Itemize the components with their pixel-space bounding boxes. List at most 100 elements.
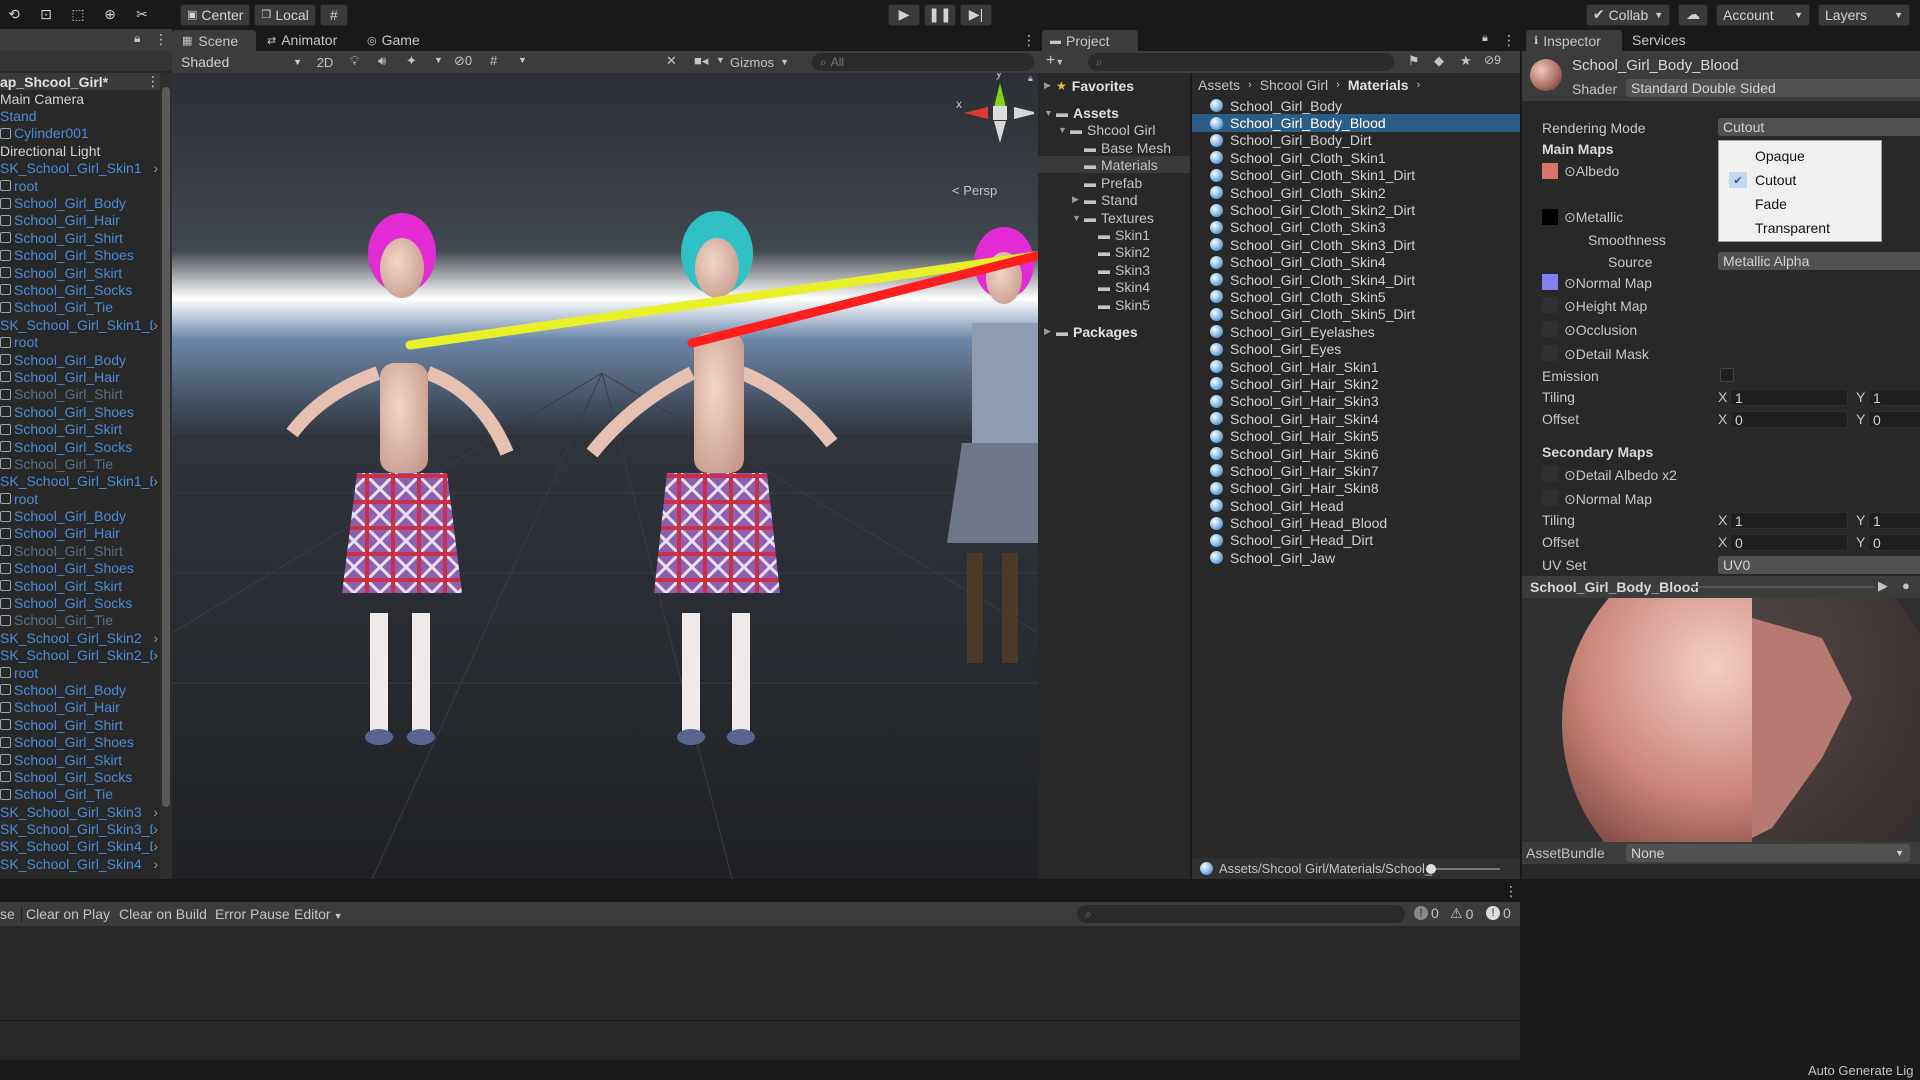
asset-item[interactable]: School_Girl_Hair_Skin1 [1192, 358, 1520, 375]
scene-viewport[interactable]: y x 🔒︎ < Persp [172, 73, 1038, 879]
detail-mask-slot[interactable] [1542, 345, 1558, 361]
tab-project[interactable]: ▬ Project [1042, 30, 1138, 51]
asset-item[interactable]: School_Girl_Head_Dirt [1192, 532, 1520, 549]
pause-button[interactable]: ❚❚ [924, 3, 956, 26]
option-opaque[interactable]: Opaque [1719, 145, 1881, 167]
chevron-down-icon[interactable]: ▼ [1058, 125, 1070, 135]
transform-tool-icon[interactable]: ⊕ [96, 4, 124, 26]
emission-checkbox[interactable] [1720, 368, 1734, 382]
offset-y-input[interactable]: 0 [1868, 411, 1920, 428]
tab-game[interactable]: ◎ Game [367, 30, 420, 50]
tiling-y-input[interactable]: 1 [1868, 389, 1920, 406]
tab-inspector[interactable]: ℹ Inspector [1526, 30, 1622, 51]
folder-tree-item[interactable]: ▬ Skin1 [1038, 226, 1190, 243]
hierarchy-item[interactable]: School_Girl_Body [0, 681, 160, 698]
normal-map-swatch[interactable] [1542, 274, 1558, 290]
filter-label-icon[interactable]: ◆ [1434, 53, 1444, 69]
chevron-right-icon[interactable]: › [153, 838, 158, 854]
asset-item[interactable]: School_Girl_Cloth_Skin3 [1192, 219, 1520, 236]
hierarchy-item[interactable]: School_Girl_Shoes [0, 247, 160, 264]
hierarchy-item[interactable]: School_Girl_Hair [0, 368, 160, 385]
warning-count-toggle[interactable]: ⚠ 0 [1450, 905, 1473, 922]
asset-item[interactable]: School_Girl_Eyes [1192, 340, 1520, 357]
chevron-down-icon[interactable]: ▼ [1044, 108, 1056, 118]
folder-tree-item[interactable]: ▼ ▬ Assets [1038, 104, 1190, 121]
tab-animator[interactable]: ⇄ Animator [267, 30, 337, 50]
chevron-right-icon[interactable]: › [153, 821, 158, 837]
chevron-right-icon[interactable]: › [153, 856, 158, 872]
tab-scene[interactable]: ▦ Scene [172, 30, 256, 51]
asset-item[interactable]: School_Girl_Hair_Skin3 [1192, 393, 1520, 410]
folder-tree-item[interactable]: ▬ Base Mesh [1038, 139, 1190, 156]
pivot-center-button[interactable]: ▣ Center [180, 3, 251, 26]
hierarchy-item[interactable]: School_Girl_Tie [0, 299, 160, 316]
asset-item[interactable]: School_Girl_Body_Blood [1192, 114, 1520, 132]
mode-2d-button[interactable]: 2D [312, 53, 338, 71]
hierarchy-item[interactable]: School_Girl_Socks [0, 594, 160, 611]
chevron-down-icon[interactable]: ▼ [518, 55, 527, 65]
console-search-input[interactable]: ⌕ [1077, 905, 1405, 923]
asset-item[interactable]: School_Girl_Cloth_Skin1_Dirt [1192, 167, 1520, 184]
asset-item[interactable]: School_Girl_Head_Blood [1192, 514, 1520, 531]
hierarchy-item[interactable]: root [0, 177, 160, 194]
orientation-gizmo[interactable]: y x 🔒︎ [934, 73, 1038, 173]
hierarchy-item[interactable]: SK_School_Girl_Skin2 › [0, 629, 160, 646]
asset-item[interactable]: School_Girl_Cloth_Skin3_Dirt [1192, 236, 1520, 253]
option-transparent[interactable]: Transparent [1719, 217, 1881, 239]
hierarchy-item[interactable]: School_Girl_Skirt [0, 751, 160, 768]
hierarchy-scrollbar[interactable] [160, 73, 172, 879]
breadcrumb-materials[interactable]: Materials [1348, 77, 1409, 93]
asset-item[interactable]: School_Girl_Hair_Skin5 [1192, 427, 1520, 444]
editor-dropdown[interactable]: Editor ▼ [294, 906, 343, 922]
chevron-right-icon[interactable]: › [153, 647, 158, 663]
asset-item[interactable]: School_Girl_Body_Dirt [1192, 132, 1520, 149]
asset-item[interactable]: School_Girl_Hair_Skin7 [1192, 462, 1520, 479]
asset-item[interactable]: School_Girl_Cloth_Skin5 [1192, 288, 1520, 305]
hierarchy-item[interactable]: School_Girl_Hair [0, 212, 160, 229]
camera-icon[interactable]: ■◂ [694, 53, 708, 69]
scene-search-input[interactable]: ⌕ All [812, 53, 1034, 71]
more-menu-icon[interactable]: ⋮ [154, 31, 168, 48]
hierarchy-item[interactable]: School_Girl_Hair [0, 525, 160, 542]
asset-item[interactable]: School_Girl_Hair_Skin8 [1192, 480, 1520, 497]
more-menu-icon[interactable]: ⋮ [1502, 32, 1516, 49]
shading-mode-dropdown[interactable]: Shaded ▼ [176, 53, 306, 71]
error-count-toggle[interactable]: ! 0 [1486, 905, 1511, 921]
asset-item[interactable]: School_Girl_Cloth_Skin4 [1192, 254, 1520, 271]
chevron-down-icon[interactable]: ▼ [1072, 213, 1084, 223]
rotate-tool-icon[interactable]: ⟲ [0, 4, 28, 26]
material-preview[interactable] [1522, 598, 1920, 842]
offset2-y-input[interactable]: 0 [1868, 534, 1920, 551]
folder-tree-item[interactable]: ▶ ▬ Packages [1038, 323, 1190, 340]
offset-x-input[interactable]: 0 [1730, 411, 1848, 428]
hierarchy-item[interactable]: root [0, 333, 160, 350]
hierarchy-item[interactable]: School_Girl_Socks [0, 281, 160, 298]
folder-tree-item[interactable]: ▼ ▬ Shcool Girl [1038, 121, 1190, 138]
effects-icon[interactable]: ✦ [406, 53, 417, 69]
folder-tree-item[interactable]: ▬ Materials [1038, 156, 1190, 173]
hierarchy-item[interactable]: Stand [0, 107, 160, 124]
layers-button[interactable]: Layers ▼ [1818, 3, 1910, 26]
asset-item[interactable]: School_Girl_Jaw [1192, 549, 1520, 566]
folder-tree-item[interactable]: ▬ Skin3 [1038, 261, 1190, 278]
hierarchy-item[interactable]: root [0, 664, 160, 681]
hierarchy-item[interactable]: SK_School_Girl_Skin3_D › [0, 820, 160, 837]
uv-set-dropdown[interactable]: UV0 [1718, 556, 1920, 574]
asset-item[interactable]: School_Girl_Cloth_Skin2 [1192, 184, 1520, 201]
step-button[interactable]: ▶| [960, 3, 992, 26]
asset-item[interactable]: School_Girl_Cloth_Skin2_Dirt [1192, 201, 1520, 218]
normal-map2-slot[interactable] [1542, 490, 1558, 506]
hidden-packages-icon[interactable]: ⊘9 [1484, 53, 1501, 67]
scene-more-icon[interactable]: ⋮ [1022, 32, 1036, 49]
grid-icon[interactable]: # [490, 53, 497, 68]
hierarchy-item[interactable]: SK_School_Girl_Skin1_E › [0, 473, 160, 490]
albedo-swatch[interactable] [1542, 163, 1558, 179]
breadcrumb-assets[interactable]: Assets [1198, 77, 1240, 93]
chevron-down-icon[interactable]: ▶ [1072, 194, 1084, 205]
grid-snap-button[interactable]: # [319, 3, 348, 26]
option-cutout[interactable]: ✔ Cutout [1719, 169, 1881, 191]
scene-header-row[interactable]: ap_Shcool_Girl* ⋮ [0, 73, 160, 91]
chevron-right-icon[interactable]: › [153, 804, 158, 820]
hierarchy-item[interactable]: School_Girl_Shirt [0, 386, 160, 403]
asset-item[interactable]: School_Girl_Body [1192, 97, 1520, 114]
